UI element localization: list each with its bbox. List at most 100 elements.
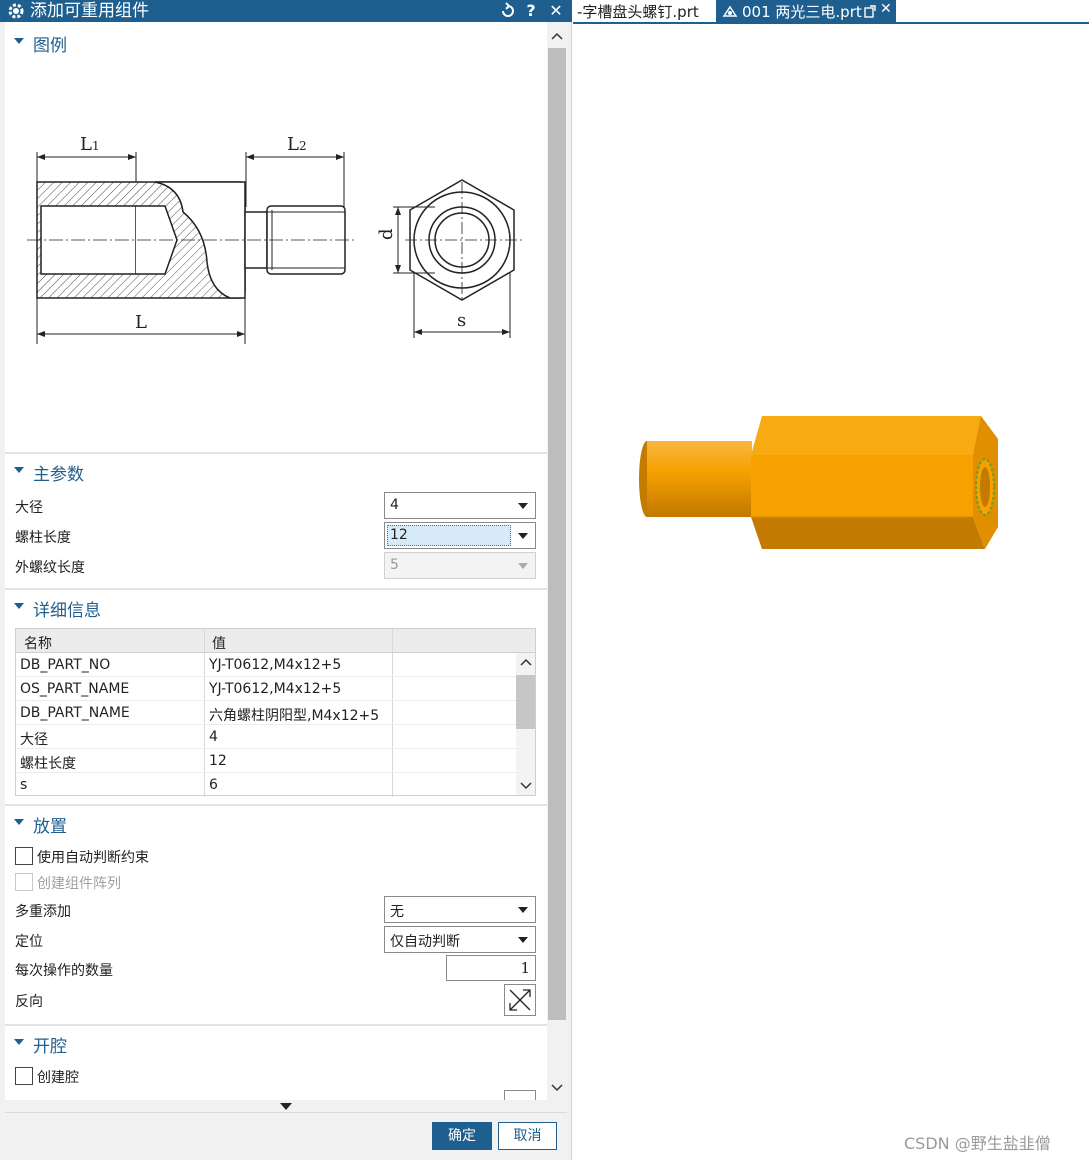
table-row[interactable]: OS_PART_NAME YJ-T0612,M4x12+5 (16, 677, 516, 701)
partial-control[interactable] (504, 1090, 536, 1100)
ext-thread-length-select[interactable]: 5 (384, 552, 536, 579)
standoff-3d-model[interactable] (633, 409, 1003, 569)
gear-icon (8, 3, 24, 19)
stud-length-label: 螺柱长度 (15, 530, 71, 546)
table-scrollbar-thumb[interactable] (516, 675, 535, 729)
row-value: 4 (209, 729, 218, 745)
section-details-label: 详细信息 (33, 601, 101, 621)
chevron-down-icon[interactable] (520, 781, 532, 791)
chevron-down-icon (518, 563, 528, 569)
chevron-up-icon[interactable] (520, 657, 532, 667)
section-placement[interactable]: 放置 (5, 808, 547, 838)
positioning-label: 定位 (15, 934, 43, 950)
row-value: YJ-T0612,M4x12+5 (209, 657, 342, 673)
reset-icon[interactable] (497, 0, 519, 22)
collapse-arrow-icon (14, 38, 24, 44)
table-row[interactable]: s 6 (16, 773, 516, 797)
graphics-viewport[interactable] (573, 24, 1089, 1160)
cancel-button[interactable]: 取消 (498, 1122, 557, 1150)
close-icon[interactable]: ✕ (880, 1, 892, 17)
legend-drawing: L1 L2 L d s (27, 134, 523, 344)
ok-button[interactable]: 确定 (432, 1122, 492, 1150)
dim-s-label: s (457, 310, 466, 331)
expand-more-icon[interactable] (280, 1103, 292, 1110)
stud-length-value: 12 (390, 527, 408, 543)
section-details[interactable]: 详细信息 (5, 592, 547, 622)
collapse-arrow-icon (14, 819, 24, 825)
table-row[interactable]: DB_PART_NO YJ-T0612,M4x12+5 (16, 653, 516, 677)
popout-icon[interactable] (864, 5, 876, 18)
section-separator (5, 804, 547, 806)
create-array-label: 创建组件阵列 (37, 876, 121, 892)
section-cavity[interactable]: 开腔 (5, 1028, 547, 1058)
multi-add-label: 多重添加 (15, 904, 71, 920)
details-table: 名称 值 DB_PART_NO YJ-T0612,M4x12+5 OS_PART… (15, 628, 536, 797)
multi-add-select[interactable]: 无 (384, 896, 536, 923)
ext-thread-length-value: 5 (390, 557, 399, 573)
reverse-label: 反向 (15, 994, 43, 1010)
table-row[interactable]: 大径 4 (16, 725, 516, 749)
table-row[interactable]: DB_PART_NAME 六角螺柱阴阳型,M4x12+5 (16, 701, 516, 725)
col-header-name[interactable]: 名称 (24, 633, 52, 653)
create-cavity-checkbox[interactable] (15, 1067, 33, 1085)
help-icon[interactable]: ? (520, 0, 542, 22)
chevron-down-icon (518, 907, 528, 913)
count-per-op-value: 1 (520, 959, 530, 977)
part-icon (722, 5, 738, 17)
dialog-titlebar[interactable]: 添加可重用组件 ? ✕ (0, 0, 572, 22)
row-name: 大径 (20, 732, 48, 748)
dialog-content: 图例 L1 L2 L d s 主参数 大径 4 螺柱长度 12 外螺纹长度 5 … (5, 22, 547, 1100)
dialog-scrollbar[interactable] (547, 22, 567, 1100)
collapse-arrow-icon (14, 1039, 24, 1045)
document-tabbar: -字槽盘头螺钉.prt 001 两光三电.prt ✕ (573, 0, 1089, 24)
dim-l2-label: L2 (287, 134, 307, 155)
chevron-up-icon[interactable] (551, 30, 563, 42)
reverse-direction-icon (509, 989, 531, 1011)
tab-active-part[interactable]: 001 两光三电.prt ✕ (716, 0, 896, 23)
section-separator (5, 588, 547, 590)
count-per-op-input[interactable]: 1 (446, 955, 536, 981)
section-placement-label: 放置 (33, 817, 67, 837)
create-cavity-label: 创建腔 (37, 1070, 79, 1086)
col-header-value[interactable]: 值 (212, 633, 226, 653)
section-legend[interactable]: 图例 (5, 27, 547, 57)
ext-thread-length-label: 外螺纹长度 (15, 560, 85, 576)
row-name: DB_PART_NO (20, 657, 111, 673)
stud-length-select[interactable]: 12 (384, 522, 536, 549)
row-value: 12 (209, 753, 227, 769)
create-array-checkbox[interactable] (15, 873, 33, 891)
watermark: CSDN @野生盐韭僧 (904, 1134, 1051, 1153)
row-value: 六角螺柱阴阳型,M4x12+5 (209, 708, 380, 724)
section-cavity-label: 开腔 (33, 1037, 67, 1057)
row-name: OS_PART_NAME (20, 681, 130, 697)
section-separator (5, 452, 547, 454)
dim-d-label: d (376, 228, 397, 240)
collapse-arrow-icon (14, 603, 24, 609)
table-scrollbar[interactable] (516, 653, 535, 795)
reverse-direction-button[interactable] (504, 984, 536, 1016)
chevron-down-icon[interactable] (551, 1082, 563, 1094)
table-header: 名称 值 (16, 629, 535, 653)
table-row[interactable]: 螺柱长度 12 (16, 749, 516, 773)
count-per-op-label: 每次操作的数量 (15, 963, 113, 979)
footer-separator (5, 1112, 567, 1113)
row-value: YJ-T0612,M4x12+5 (209, 681, 342, 697)
section-separator (5, 1024, 547, 1026)
auto-constraint-checkbox[interactable] (15, 847, 33, 865)
section-main-params[interactable]: 主参数 (5, 456, 547, 486)
add-reusable-component-dialog: 添加可重用组件 ? ✕ 图例 L1 L2 L d s 主参数 大径 4 螺柱长度… (0, 0, 572, 1160)
chevron-down-icon (518, 533, 528, 539)
tab-screw-part[interactable]: -字槽盘头螺钉.prt (577, 1, 699, 22)
chevron-down-icon (518, 503, 528, 509)
multi-add-value: 无 (390, 904, 404, 920)
close-icon[interactable]: ✕ (545, 0, 567, 22)
auto-constraint-label: 使用自动判断约束 (37, 850, 149, 866)
major-diameter-select[interactable]: 4 (384, 492, 536, 519)
row-name: s (20, 777, 28, 793)
chevron-down-icon (518, 937, 528, 943)
positioning-value: 仅自动判断 (390, 934, 460, 950)
positioning-select[interactable]: 仅自动判断 (384, 926, 536, 953)
dialog-scrollbar-thumb[interactable] (548, 48, 566, 1020)
dialog-title: 添加可重用组件 (30, 1, 149, 21)
row-value: 6 (209, 777, 218, 793)
